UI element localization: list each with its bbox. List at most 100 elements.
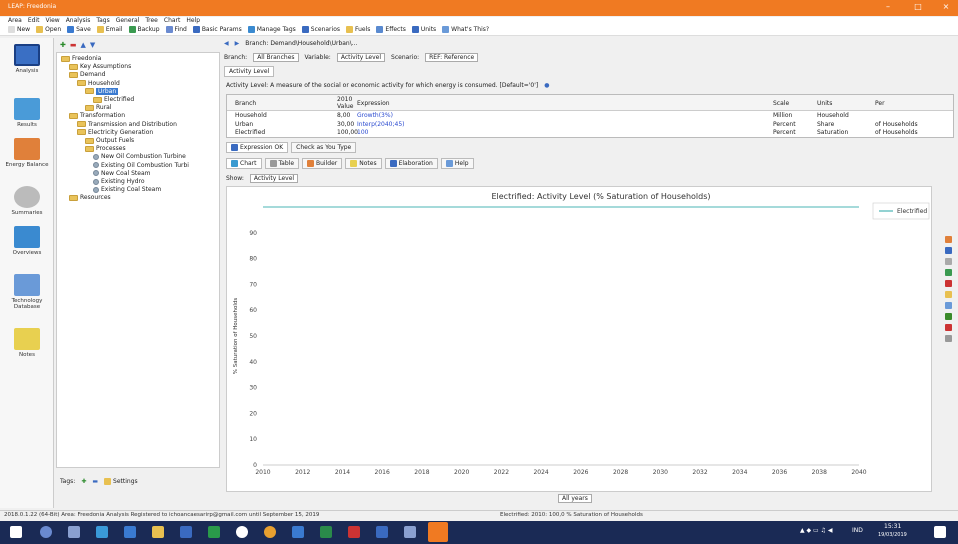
- leap-taskbar-icon[interactable]: [428, 522, 448, 542]
- grid-cell-expression[interactable]: Growth(3%): [357, 112, 393, 119]
- show-select[interactable]: Activity Level: [249, 174, 299, 183]
- search-icon[interactable]: [40, 526, 52, 538]
- open-button[interactable]: Open: [36, 26, 61, 33]
- menu-view[interactable]: View: [45, 17, 59, 24]
- nav-back-icon[interactable]: ◀: [224, 40, 229, 47]
- units-button[interactable]: Units: [411, 26, 436, 33]
- tab-table[interactable]: Table: [264, 158, 300, 169]
- tree-node[interactable]: Freedonia: [61, 55, 101, 62]
- chart-settings-icon[interactable]: [944, 335, 952, 342]
- grid-cell-expression[interactable]: Interp(2040;45): [357, 121, 405, 128]
- excel-icon[interactable]: [320, 526, 332, 538]
- tree-node[interactable]: Resources: [69, 194, 111, 201]
- manage-tags-button[interactable]: Manage Tags: [247, 26, 296, 33]
- tree-node[interactable]: Output Fuels: [85, 137, 134, 144]
- task-view-icon[interactable]: [68, 526, 80, 538]
- info-icon[interactable]: ●: [544, 82, 549, 89]
- tree-node[interactable]: Electrified: [93, 96, 134, 103]
- tree-move-up-icon[interactable]: ▲: [81, 41, 86, 49]
- branch-select[interactable]: All Branches: [253, 53, 299, 62]
- pdf-icon[interactable]: [348, 526, 360, 538]
- save-button[interactable]: Save: [67, 26, 91, 33]
- language-indicator[interactable]: IND: [852, 527, 863, 534]
- chart-excel-icon[interactable]: [944, 313, 952, 320]
- chart-grid-icon[interactable]: [944, 258, 952, 265]
- mail-icon[interactable]: [180, 526, 192, 538]
- basic-params-button[interactable]: Basic Params: [192, 26, 242, 33]
- app-icon-2[interactable]: [236, 526, 248, 538]
- chart-copy-icon[interactable]: [944, 280, 952, 287]
- year-select[interactable]: All years: [558, 494, 592, 503]
- chrome-icon[interactable]: [264, 526, 276, 538]
- grid-cell-expression[interactable]: 100: [357, 129, 368, 136]
- system-tray-icons[interactable]: ▲ ◆ ▭ ♫ ◀: [800, 527, 833, 534]
- tab-notes[interactable]: Notes: [345, 158, 382, 169]
- tree-move-down-icon[interactable]: ▼: [90, 41, 95, 49]
- close-button[interactable]: ×: [938, 2, 954, 11]
- sidebar-item-energy-balance[interactable]: Energy Balance: [0, 138, 54, 168]
- nav-forward-icon[interactable]: ▶: [235, 40, 240, 47]
- menu-analysis[interactable]: Analysis: [66, 17, 91, 24]
- menu-general[interactable]: General: [116, 17, 140, 24]
- sidebar-item-results[interactable]: Results: [0, 98, 54, 128]
- tab-check-as-you-type[interactable]: Check as You Type: [291, 142, 357, 153]
- app-icon-1[interactable]: [208, 526, 220, 538]
- whats-this-button[interactable]: What's This?: [442, 26, 489, 33]
- chart-pdf-icon[interactable]: [944, 324, 952, 331]
- notifications-icon[interactable]: [934, 526, 946, 538]
- app-icon-3[interactable]: [292, 526, 304, 538]
- store-icon[interactable]: [124, 526, 136, 538]
- chart-type-icon[interactable]: [944, 236, 952, 243]
- tab-activity-level[interactable]: Activity Level: [224, 66, 275, 77]
- tree-add-icon[interactable]: ✚: [60, 41, 66, 49]
- add-tag-icon[interactable]: ✚: [81, 478, 86, 485]
- tree-node[interactable]: New Coal Steam: [93, 170, 150, 177]
- tree-node[interactable]: Demand: [69, 71, 105, 78]
- table-row[interactable]: Electrified 100,00 100 Percent Saturation of …: [227, 129, 953, 137]
- tab-elaboration[interactable]: Elaboration: [384, 158, 438, 169]
- clock-time[interactable]: 15:31: [884, 523, 901, 530]
- menu-chart[interactable]: Chart: [164, 17, 181, 24]
- tab-chart[interactable]: Chart: [226, 158, 262, 169]
- sidebar-item-technology-database[interactable]: Technology Database: [0, 274, 54, 310]
- table-row[interactable]: Urban 30,00 Interp(2040;45) Percent Share of …: [227, 121, 953, 129]
- tree-node[interactable]: Transmission and Distribution: [77, 121, 177, 128]
- new-button[interactable]: New: [8, 26, 30, 33]
- clock-date[interactable]: 19/03/2019: [878, 532, 907, 538]
- tab-help[interactable]: Help: [440, 158, 474, 169]
- settings-button[interactable]: Settings: [104, 477, 138, 485]
- menu-tree[interactable]: Tree: [145, 17, 158, 24]
- find-button[interactable]: Find: [165, 26, 187, 33]
- file-explorer-icon[interactable]: [152, 526, 164, 538]
- tree-node[interactable]: New Oil Combustion Turbine: [93, 153, 186, 160]
- tree-node[interactable]: Existing Coal Steam: [93, 186, 161, 193]
- tree-delete-icon[interactable]: ▬: [70, 41, 77, 49]
- menu-edit[interactable]: Edit: [28, 17, 40, 24]
- tree-node[interactable]: Urban: [85, 87, 119, 95]
- word-icon[interactable]: [376, 526, 388, 538]
- tree-node[interactable]: Key Assumptions: [69, 63, 131, 70]
- tree-node[interactable]: Electricity Generation: [77, 129, 153, 136]
- tree-node[interactable]: Transformation: [69, 112, 125, 119]
- sidebar-item-summaries[interactable]: Summaries: [0, 186, 54, 216]
- table-row[interactable]: Household 8,00 Growth(3%) Million Household: [227, 112, 953, 120]
- tab-builder[interactable]: Builder: [302, 158, 343, 169]
- variable-select[interactable]: Activity Level: [336, 53, 386, 62]
- maximize-button[interactable]: □: [910, 2, 926, 11]
- menu-tags[interactable]: Tags: [96, 17, 109, 24]
- scenario-select[interactable]: REF: Reference: [425, 53, 479, 62]
- sidebar-item-notes[interactable]: Notes: [0, 328, 54, 358]
- app-icon-4[interactable]: [404, 526, 416, 538]
- remove-tag-icon[interactable]: ▬: [92, 478, 98, 485]
- menu-area[interactable]: Area: [8, 17, 22, 24]
- sidebar-item-analysis[interactable]: Analysis: [0, 44, 54, 74]
- menu-help[interactable]: Help: [186, 17, 200, 24]
- tree-node[interactable]: Existing Oil Combustion Turbi: [93, 162, 189, 169]
- fuels-button[interactable]: Fuels: [346, 26, 370, 33]
- scenarios-button[interactable]: Scenarios: [301, 26, 340, 33]
- edge-icon[interactable]: [96, 526, 108, 538]
- effects-button[interactable]: Effects: [376, 26, 406, 33]
- start-icon[interactable]: [10, 526, 22, 538]
- tree-node[interactable]: Rural: [85, 104, 112, 111]
- email-button[interactable]: Email: [96, 26, 123, 33]
